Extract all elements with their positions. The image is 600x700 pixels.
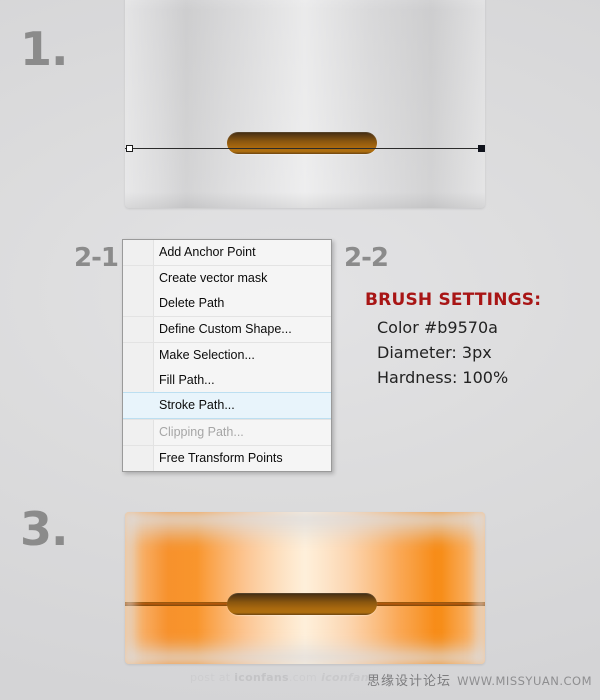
menu-item-define-custom-shape[interactable]: Define Custom Shape... <box>123 316 331 342</box>
path-anchor-point-left[interactable] <box>126 145 133 152</box>
watermark-suffix: .com <box>288 671 318 684</box>
brush-settings-title: BRUSH SETTINGS: <box>365 290 542 310</box>
watermark-brand: iconfans <box>234 671 289 684</box>
menu-item-list: Add Anchor Point Create vector mask Delete… <box>123 240 331 471</box>
brush-setting-line: Hardness: 100% <box>377 368 509 387</box>
artwork-left-blur <box>125 512 141 664</box>
watermark-forum-name-cn: 思缘设计论坛 <box>367 674 452 689</box>
cylinder-slot <box>227 132 377 154</box>
step-1-artwork <box>125 0 485 208</box>
menu-item-clipping-path: Clipping Path... <box>123 419 331 445</box>
menu-item-add-anchor-point[interactable]: Add Anchor Point <box>123 240 331 265</box>
menu-item-create-vector-mask[interactable]: Create vector mask <box>123 265 331 291</box>
step-2-1-label: 2-1 <box>74 243 119 273</box>
menu-item-make-selection[interactable]: Make Selection... <box>123 342 331 368</box>
brush-settings-lines: Color #b9570a Diameter: 3px Hardness: 100% <box>365 315 595 390</box>
menu-item-fill-path[interactable]: Fill Path... <box>123 368 331 393</box>
step-3-label: 3. <box>20 502 68 556</box>
watermark-iconfans: post at iconfans.com iconfans <box>190 671 376 684</box>
cylinder-sheen <box>125 0 485 208</box>
menu-item-free-transform-points[interactable]: Free Transform Points <box>123 445 331 471</box>
cylinder-bottom-fade <box>125 192 485 208</box>
step-1-label: 1. <box>20 22 68 76</box>
watermark-missyuan: 思缘设计论坛 WWW.MISSYUAN.COM <box>367 670 592 689</box>
artwork-bottom-blur <box>125 638 485 664</box>
brush-settings-block: BRUSH SETTINGS: Color #b9570a Diameter: 3… <box>365 290 595 390</box>
watermark-prefix: post at <box>190 671 235 684</box>
path-context-menu[interactable]: Add Anchor Point Create vector mask Delete… <box>122 239 332 472</box>
step-2-2-label: 2-2 <box>344 243 389 273</box>
brush-setting-line: Color #b9570a <box>377 318 498 337</box>
tutorial-canvas: 1. 2-1 Add Anchor Point Create vector mas… <box>0 0 600 700</box>
brush-setting-line: Diameter: 3px <box>377 343 492 362</box>
vector-path-line <box>125 148 485 149</box>
cylinder-slot-3 <box>227 593 377 615</box>
menu-item-delete-path[interactable]: Delete Path <box>123 291 331 316</box>
step-3-artwork <box>125 512 485 664</box>
menu-item-stroke-path[interactable]: Stroke Path... <box>123 392 331 419</box>
cylinder-top-fade <box>125 0 485 10</box>
path-anchor-point-right[interactable] <box>478 145 485 152</box>
watermark-forum-url: WWW.MISSYUAN.COM <box>457 674 592 688</box>
artwork-right-blur <box>469 512 485 664</box>
artwork-top-blur <box>125 512 485 546</box>
